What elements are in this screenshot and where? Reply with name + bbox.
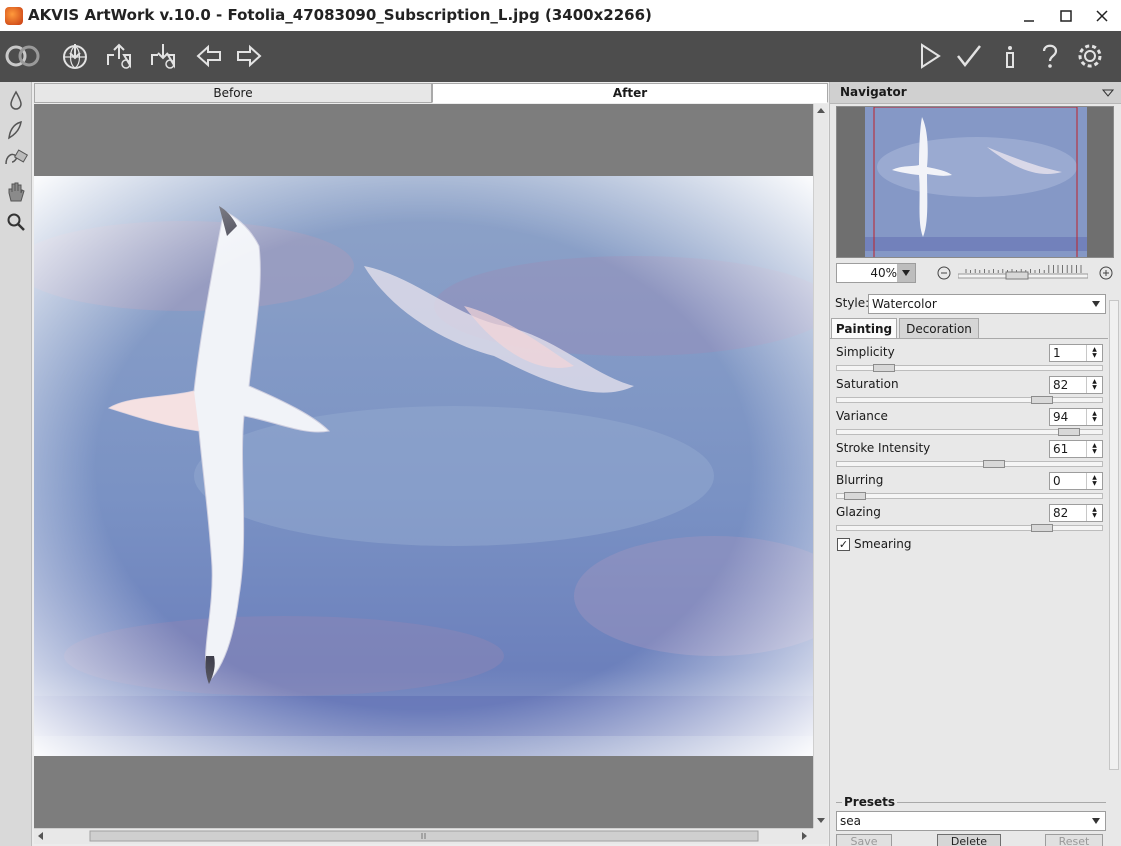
preset-select[interactable]: sea — [836, 811, 1106, 831]
stroke-intensity-value: 61 — [1053, 442, 1069, 456]
watercolor-painting — [34, 176, 813, 756]
zoom-in-icon[interactable] — [1099, 266, 1113, 283]
redo-icon[interactable] — [230, 37, 268, 75]
glazing-label: Glazing — [836, 505, 881, 519]
spin-arrows-icon[interactable]: ▲ ▼ — [1086, 505, 1102, 521]
reset-preset-button[interactable]: Reset — [1045, 834, 1103, 846]
tab-divider — [830, 338, 1108, 339]
save-preset-button[interactable]: Save — [836, 834, 892, 846]
simplicity-slider[interactable] — [836, 364, 1103, 372]
tab-decoration[interactable]: Decoration — [899, 318, 979, 339]
saturation-label: Saturation — [836, 377, 899, 391]
undo-icon[interactable] — [190, 37, 228, 75]
drop-icon[interactable] — [3, 87, 29, 113]
main-toolbar — [0, 31, 1121, 82]
horizontal-scrollbar[interactable] — [34, 828, 813, 844]
smearing-label: Smearing — [854, 537, 912, 551]
saturation-spinbox[interactable]: 82 ▲ ▼ — [1049, 376, 1103, 394]
navigator-header[interactable]: Navigator — [830, 82, 1121, 104]
run-icon[interactable] — [910, 37, 948, 75]
window-title: AKVIS ArtWork v.10.0 - Fotolia_47083090_… — [28, 6, 652, 24]
preset-value: sea — [840, 814, 861, 828]
collapse-icon[interactable] — [1102, 88, 1114, 98]
tab-painting[interactable]: Painting — [831, 318, 897, 339]
stroke-intensity-spinbox[interactable]: 61 ▲ ▼ — [1049, 440, 1103, 458]
presets-title: Presets — [842, 795, 898, 809]
brush-icon[interactable] — [3, 117, 29, 143]
tool-strip — [0, 82, 32, 846]
spin-arrows-icon[interactable]: ▲ ▼ — [1086, 473, 1102, 489]
spin-arrows-icon[interactable]: ▲ ▼ — [1086, 377, 1102, 393]
slider-thumb[interactable] — [873, 364, 895, 372]
navigator-title: Navigator — [840, 85, 907, 99]
slider-thumb[interactable] — [983, 460, 1005, 468]
spin-arrows-icon[interactable]: ▲ ▼ — [1086, 345, 1102, 361]
panel-scrollbar[interactable] — [1109, 300, 1119, 770]
logo-icon[interactable] — [4, 37, 42, 75]
hand-icon[interactable] — [3, 179, 29, 205]
settings-icon[interactable] — [1071, 37, 1109, 75]
style-value: Watercolor — [872, 297, 937, 311]
simplicity-value: 1 — [1053, 346, 1061, 360]
zoom-thumb[interactable] — [1005, 271, 1029, 280]
title-bar: AKVIS ArtWork v.10.0 - Fotolia_47083090_… — [0, 0, 1121, 31]
info-icon[interactable] — [991, 37, 1029, 75]
simplicity-label: Simplicity — [836, 345, 895, 359]
tab-after[interactable]: After — [432, 83, 828, 103]
stroke-intensity-slider[interactable] — [836, 460, 1103, 468]
variance-spinbox[interactable]: 94 ▲ ▼ — [1049, 408, 1103, 426]
open-icon[interactable] — [56, 37, 94, 75]
zoom-out-icon[interactable] — [937, 266, 951, 283]
navigator-preview[interactable] — [836, 106, 1114, 258]
app-icon — [5, 7, 23, 25]
saturation-slider[interactable] — [836, 396, 1103, 404]
settings-panel: Navigator 40% Style: Watercolor Painting… — [829, 82, 1121, 846]
vertical-scrollbar[interactable] — [813, 104, 828, 828]
simplicity-spinbox[interactable]: 1 ▲ ▼ — [1049, 344, 1103, 362]
variance-slider[interactable] — [836, 428, 1103, 436]
help-icon[interactable] — [1031, 37, 1069, 75]
glazing-value: 82 — [1053, 506, 1069, 520]
stroke-intensity-label: Stroke Intensity — [836, 441, 931, 455]
close-button[interactable] — [1084, 0, 1120, 31]
image-canvas[interactable] — [34, 104, 813, 828]
delete-preset-button[interactable]: Delete — [937, 834, 1001, 846]
variance-value: 94 — [1053, 410, 1069, 424]
slider-thumb[interactable] — [1031, 396, 1053, 404]
slider-thumb[interactable] — [844, 492, 866, 500]
blurring-label: Blurring — [836, 473, 884, 487]
spin-arrows-icon[interactable]: ▲ ▼ — [1086, 441, 1102, 457]
save-icon[interactable] — [100, 37, 138, 75]
zoom-icon[interactable] — [3, 209, 29, 235]
zoom-field[interactable]: 40% — [836, 263, 916, 283]
preset-dropdown-icon[interactable] — [1088, 813, 1104, 829]
style-dropdown-icon[interactable] — [1088, 296, 1104, 312]
zoom-value: 40% — [870, 266, 897, 280]
print-icon[interactable] — [144, 37, 182, 75]
zoom-slider[interactable] — [957, 264, 1089, 280]
scroll-corner — [813, 828, 828, 844]
apply-icon[interactable] — [950, 37, 988, 75]
smearing-checkbox[interactable]: ✓ — [837, 538, 850, 551]
blurring-spinbox[interactable]: 0 ▲ ▼ — [1049, 472, 1103, 490]
slider-thumb[interactable] — [1058, 428, 1080, 436]
minimize-button[interactable] — [1011, 0, 1047, 31]
style-label: Style: — [835, 296, 870, 310]
zoom-dropdown-icon[interactable] — [897, 264, 915, 282]
tab-before[interactable]: Before — [34, 83, 432, 103]
glazing-spinbox[interactable]: 82 ▲ ▼ — [1049, 504, 1103, 522]
glazing-slider[interactable] — [836, 524, 1103, 532]
eraser-icon[interactable] — [3, 146, 29, 172]
maximize-button[interactable] — [1048, 0, 1084, 31]
zoom-ticks — [957, 265, 1089, 280]
spin-arrows-icon[interactable]: ▲ ▼ — [1086, 409, 1102, 425]
style-select[interactable]: Watercolor — [868, 294, 1106, 314]
variance-label: Variance — [836, 409, 888, 423]
slider-thumb[interactable] — [1031, 524, 1053, 532]
blurring-value: 0 — [1053, 474, 1061, 488]
blurring-slider[interactable] — [836, 492, 1103, 500]
saturation-value: 82 — [1053, 378, 1069, 392]
